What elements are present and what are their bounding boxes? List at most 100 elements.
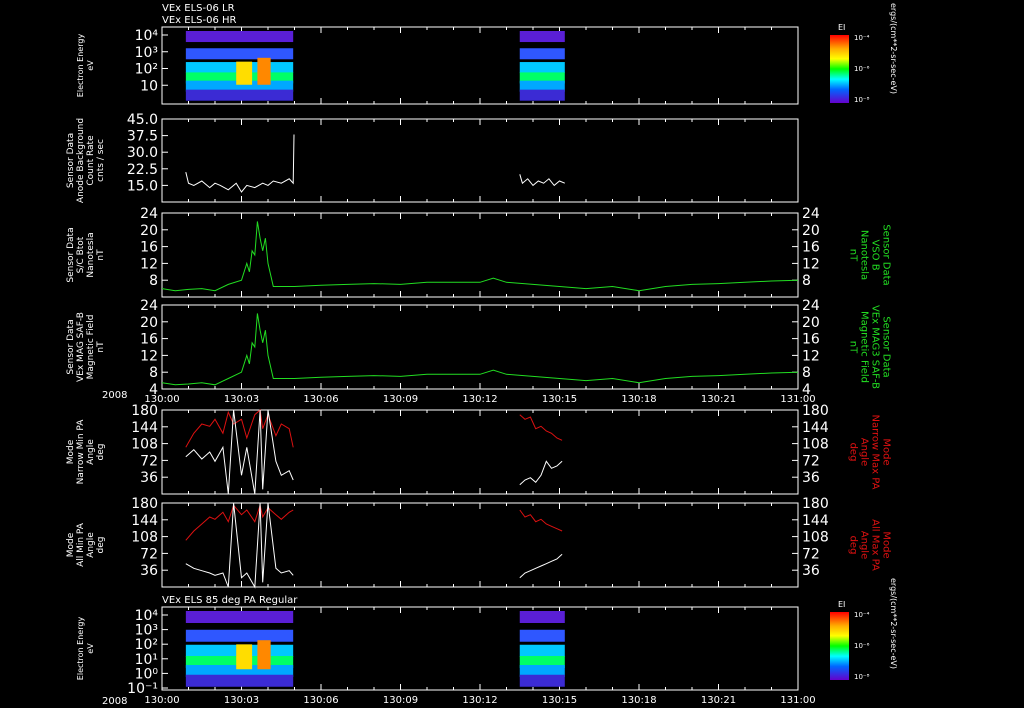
xtick-label-3-2: 130:06 — [303, 394, 338, 405]
xtick-label-6-6: 130:18 — [621, 695, 656, 706]
series-narrow-3 — [519, 460, 563, 486]
ytick-bkg-1: 37.5 — [127, 129, 158, 145]
ytick-bkg-4: 15.0 — [127, 178, 158, 194]
ylabel-all-line-1: All Min PA — [76, 522, 86, 567]
ylabel-right-narrow-line-1: Narrow Max PA — [870, 415, 881, 490]
ylabel-mag: Sensor Data VEx MAG SAF-B Magnetic Field nT — [66, 312, 106, 382]
heat-spec2-1-band-5 — [519, 674, 565, 687]
colorbar-top-tick-0: 10⁻⁴ — [854, 34, 870, 42]
heat-spec2-hot-1 — [236, 644, 253, 670]
ylabel-all-line-2: Angle — [86, 532, 96, 558]
heat-spec2-1-band-1 — [519, 629, 565, 642]
ytick-mag-2: 16 — [140, 332, 158, 348]
ytick-narrow-4: 36 — [140, 470, 158, 486]
ylabel-right-bmag-line-1: VSO B — [870, 239, 881, 270]
ytick-right-mag-3: 12 — [802, 348, 820, 364]
series-mag-0 — [161, 313, 799, 386]
xtick-label-3-1: 130:03 — [224, 394, 259, 405]
ylabel-right-all-line-2: Angle — [859, 531, 870, 559]
ytick-spec2-0: 10⁴ — [135, 608, 159, 624]
xtick-label-6-8: 131:00 — [780, 695, 815, 706]
ylabel-narrow-line-3: deg — [96, 444, 106, 461]
ytick-bmag-1: 20 — [140, 223, 158, 239]
ytick-right-narrow-4: 36 — [802, 470, 820, 486]
ytick-right-narrow-2: 108 — [802, 437, 829, 453]
ytick-bmag-3: 12 — [140, 256, 158, 272]
year-label-2: 2008 — [102, 696, 127, 707]
colorbar-bottom-label: EI — [838, 600, 845, 609]
ylabel-right-mag-line-0: Sensor Data — [881, 316, 892, 377]
ylabel-bmag-line-2: Nanotesla — [86, 232, 96, 277]
ytick-spec1-2: 10² — [135, 62, 158, 78]
ylabel-bmag: Sensor Data S/C Btot Nanotesla nT — [66, 227, 106, 282]
ytick-right-mag-2: 16 — [802, 332, 820, 348]
title-pa: VEx ELS 85 deg PA Regular — [162, 595, 298, 606]
heat-spec1-1-band-2 — [519, 62, 565, 74]
ytick-bmag-4: 8 — [149, 273, 158, 289]
series-all-2 — [519, 509, 563, 532]
ylabel-right-bmag-line-2: Nanotesla — [859, 230, 870, 280]
heat-spec1-hot-1 — [236, 61, 253, 85]
ylabel-right-narrow-line-0: Mode — [881, 438, 892, 465]
ylabel-all: Mode All Min PA Angle deg — [66, 522, 106, 567]
ylabel-right-narrow-line-3: deg — [848, 443, 859, 462]
xtick-label-3-4: 130:12 — [462, 394, 497, 405]
ytick-right-mag-1: 20 — [802, 315, 820, 331]
heat-spec2-0-band-5 — [185, 674, 294, 687]
ytick-narrow-3: 72 — [140, 453, 158, 469]
ytick-right-bmag-3: 12 — [802, 256, 820, 272]
ylabel-bkg-line-1: Anode Background — [76, 118, 86, 203]
ylabel-spec2: Electron Energy eV — [76, 617, 95, 681]
ylabel-right-all-line-3: deg — [848, 536, 859, 555]
colorbar-top: EI 10⁻⁴ 10⁻⁶ 10⁻⁸ ergs/(cm**2-sr-sec-eV) — [830, 3, 898, 104]
heat-spec2-0-band-0 — [185, 611, 294, 623]
heat-spec1-1-band-5 — [519, 89, 565, 101]
xtick-label-6-1: 130:03 — [224, 695, 259, 706]
ytick-right-bmag-1: 20 — [802, 223, 820, 239]
series-bmag-0 — [161, 221, 799, 292]
ylabel-right-bmag-line-3: nT — [848, 249, 859, 262]
ytick-right-bmag-2: 16 — [802, 240, 820, 256]
xtick-label-3-5: 130:15 — [542, 394, 577, 405]
xtick-label-6-7: 130:21 — [701, 695, 736, 706]
colorbar-bottom-tick-0: 10⁻⁴ — [854, 611, 870, 619]
colorbar-bottom-units: ergs/(cm**2-sr-sec-eV) — [889, 578, 898, 669]
series-narrow-1 — [185, 409, 294, 495]
xtick-label-3-8: 131:00 — [780, 394, 815, 405]
ytick-right-all-0: 180 — [802, 496, 829, 512]
ytick-narrow-0: 180 — [131, 403, 158, 419]
ytick-narrow-2: 108 — [131, 437, 158, 453]
ytick-bmag-2: 16 — [140, 240, 158, 256]
ylabel-right-mag-line-1: VEx MAG3 SAF-B — [870, 305, 881, 389]
colorbar-top-tick-1: 10⁻⁶ — [854, 65, 870, 73]
heat-spec2-1-band-2 — [519, 644, 565, 657]
ytick-mag-4: 8 — [149, 365, 158, 381]
ytick-all-0: 180 — [131, 496, 158, 512]
ylabel-spec2-line-1: eV — [86, 643, 95, 654]
colorbar-top-tick-2: 10⁻⁸ — [854, 96, 870, 104]
heat-spec2-1-band-0 — [519, 611, 565, 623]
ylabel-narrow-line-1: Narrow Min PA — [76, 419, 86, 485]
panel-frame-bkg — [161, 118, 799, 203]
ylabel-spec1-line-0: Electron Energy — [76, 34, 85, 98]
heat-spec1-1-band-0 — [519, 31, 565, 43]
colorbar-bottom-tick-2: 10⁻⁸ — [854, 673, 870, 681]
ytick-spec1-3: 10 — [140, 78, 158, 94]
ylabel-narrow-line-0: Mode — [66, 439, 76, 464]
ytick-bkg-3: 22.5 — [127, 162, 158, 178]
heat-spec2-0-band-1 — [185, 629, 294, 642]
xtick-label-6-5: 130:15 — [542, 695, 577, 706]
series-bkg-1 — [519, 174, 565, 187]
ytick-all-2: 108 — [131, 530, 158, 546]
xtick-label-6-0: 130:00 — [144, 695, 179, 706]
heat-spec1-hot-2 — [257, 57, 271, 85]
ylabel-mag-line-1: VEx MAG SAF-B — [76, 312, 86, 382]
heat-spec1-0-band-1 — [185, 48, 294, 60]
series-all-0 — [185, 503, 294, 541]
ylabel-mag-line-0: Sensor Data — [66, 319, 76, 374]
ylabel-right-bmag-line-0: Sensor Data — [881, 224, 892, 285]
colorbar-top-label: EI — [838, 23, 845, 32]
year-label-1: 2008 — [102, 390, 127, 401]
ylabel-bmag-line-0: Sensor Data — [66, 227, 76, 282]
ytick-right-narrow-3: 72 — [802, 453, 820, 469]
